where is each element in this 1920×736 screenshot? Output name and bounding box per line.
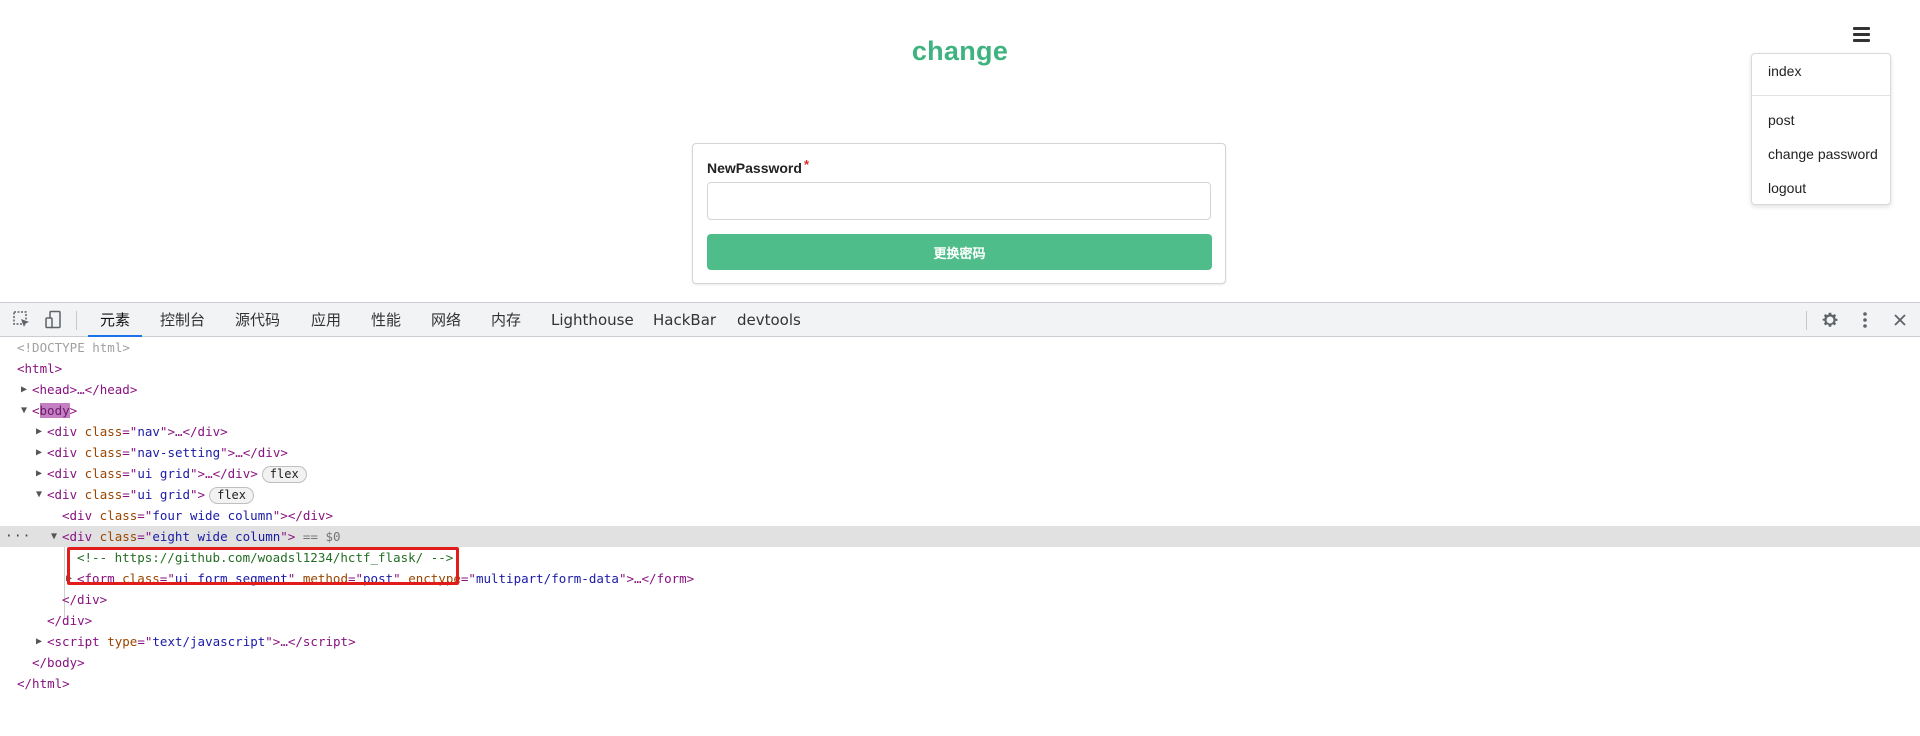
toolbar-separator xyxy=(76,311,77,330)
expand-triangle-icon[interactable]: ▶ xyxy=(36,631,42,652)
doctype-text: <!DOCTYPE html> xyxy=(17,340,130,355)
attr-value: ui grid xyxy=(137,466,191,481)
expand-triangle-icon[interactable]: ▶ xyxy=(36,442,42,463)
inspect-element-icon[interactable] xyxy=(12,310,32,330)
dom-node-div-ui-grid-collapsed[interactable]: ▶ <div class="ui grid">…</div> flex xyxy=(0,463,1920,484)
flex-badge[interactable]: flex xyxy=(209,487,254,504)
change-password-button[interactable]: 更换密码 xyxy=(707,234,1212,270)
div-ui-grid-open-code: <div class="ui grid"> flex xyxy=(47,484,254,505)
dom-node-form[interactable]: ▶ <form class="ui form segment" method="… xyxy=(0,568,1920,589)
tab-console[interactable]: 控制台 xyxy=(158,303,207,336)
expand-triangle-icon[interactable]: ▶ xyxy=(36,463,42,484)
div-nav-setting-code: <div class="nav-setting">…</div> xyxy=(47,445,288,460)
expand-triangle-icon[interactable]: ▶ xyxy=(66,568,72,589)
tab-hackbar[interactable]: HackBar xyxy=(651,303,718,336)
dom-node-body[interactable]: ▼ <body> xyxy=(0,400,1920,421)
menu-item-post[interactable]: post xyxy=(1768,112,1794,128)
devtools-toolbar: 元素 控制台 源代码 应用 性能 网络 内存 Lighthouse HackBa… xyxy=(0,302,1920,337)
nav-dropdown-menu: index post change password logout xyxy=(1751,53,1891,205)
more-options-icon[interactable]: ··· xyxy=(5,526,31,547)
attr-value: eight wide column xyxy=(152,529,281,544)
expand-triangle-icon[interactable]: ▶ xyxy=(21,379,27,400)
web-page: change index post change password logout… xyxy=(0,0,1920,302)
menu-item-change-password[interactable]: change password xyxy=(1768,146,1878,162)
change-password-form: NewPassword * 更换密码 xyxy=(692,143,1226,284)
body-tag-name: body xyxy=(39,403,70,418)
attr-value: ui form segment xyxy=(174,571,288,586)
dom-node-div-four-wide[interactable]: <div class="four wide column"></div> xyxy=(0,505,1920,526)
div-four-wide-code: <div class="four wide column"></div> xyxy=(62,508,333,523)
dom-node-html-close[interactable]: </html> xyxy=(0,673,1920,694)
dom-node-head[interactable]: ▶ <head>…</head> xyxy=(0,379,1920,400)
tab-memory[interactable]: 内存 xyxy=(489,303,523,336)
tab-sources[interactable]: 源代码 xyxy=(233,303,282,336)
close-icon[interactable] xyxy=(1890,310,1910,330)
collapse-triangle-icon[interactable]: ▼ xyxy=(51,526,57,547)
attr-value: four wide column xyxy=(152,508,273,523)
hamburger-menu-icon[interactable] xyxy=(1853,27,1870,43)
attr-value: multipart/form-data xyxy=(475,571,619,586)
body-open-tag: <body> xyxy=(32,403,78,418)
menu-divider xyxy=(1752,95,1890,96)
menu-item-index[interactable]: index xyxy=(1768,63,1801,79)
tab-elements[interactable]: 元素 xyxy=(87,303,143,337)
collapse-triangle-icon[interactable]: ▼ xyxy=(21,400,27,421)
elements-dom-tree: <!DOCTYPE html> <html> ▶ <head>…</head> … xyxy=(0,337,1920,711)
gear-icon[interactable] xyxy=(1820,310,1840,330)
tab-devtools[interactable]: devtools xyxy=(735,303,803,336)
kebab-menu-icon[interactable] xyxy=(1855,310,1875,330)
dom-node-div-close[interactable]: </div> xyxy=(0,610,1920,631)
tab-network[interactable]: 网络 xyxy=(429,303,463,336)
tab-application[interactable]: 应用 xyxy=(309,303,343,336)
flex-badge[interactable]: flex xyxy=(261,466,307,483)
attr-value: ui grid xyxy=(137,487,191,502)
dom-node-div-nav-setting[interactable]: ▶ <div class="nav-setting">…</div> xyxy=(0,442,1920,463)
head-tag: <head>…</head> xyxy=(32,382,138,397)
new-password-label: NewPassword * xyxy=(707,157,809,176)
toolbar-separator xyxy=(1806,311,1807,330)
menu-item-logout[interactable]: logout xyxy=(1768,180,1806,196)
selected-marker: == $0 xyxy=(302,529,341,544)
new-password-label-text: NewPassword xyxy=(707,160,802,176)
new-password-input[interactable] xyxy=(707,182,1211,220)
dom-node-div-nav[interactable]: ▶ <div class="nav">…</div> xyxy=(0,421,1920,442)
tab-performance[interactable]: 性能 xyxy=(369,303,403,336)
div-close-tag: </div> xyxy=(62,592,108,607)
attr-value: nav xyxy=(137,424,160,439)
expand-triangle-icon[interactable]: ▶ xyxy=(36,421,42,442)
dom-node-div-ui-grid-expanded[interactable]: ▼ <div class="ui grid"> flex xyxy=(0,484,1920,505)
tab-lighthouse[interactable]: Lighthouse xyxy=(549,303,636,336)
div-eight-wide-code: <div class="eight wide column"> == $0 xyxy=(62,529,341,544)
dom-node-script[interactable]: ▶ <script type="text/javascript">…</scri… xyxy=(0,631,1920,652)
script-code: <script type="text/javascript">…</script… xyxy=(47,634,356,649)
html-close-tag: </html> xyxy=(17,676,70,691)
required-mark: * xyxy=(803,157,809,172)
page-title: change xyxy=(911,36,1009,66)
div-ui-grid-code: <div class="ui grid">…</div> flex xyxy=(47,463,307,484)
div-close-tag: </div> xyxy=(47,613,93,628)
attr-value: nav-setting xyxy=(137,445,221,460)
collapse-triangle-icon[interactable]: ▼ xyxy=(36,484,42,505)
attr-value: text/javascript xyxy=(152,634,266,649)
html-open-tag: <html> xyxy=(17,361,63,376)
dom-node-div-eight-wide-selected[interactable]: ··· ▼ <div class="eight wide column"> ==… xyxy=(0,526,1920,547)
form-code: <form class="ui form segment" method="po… xyxy=(77,571,695,586)
body-close-tag: </body> xyxy=(32,655,85,670)
devtools-panel: 元素 控制台 源代码 应用 性能 网络 内存 Lighthouse HackBa… xyxy=(0,302,1920,711)
div-nav-code: <div class="nav">…</div> xyxy=(47,424,228,439)
dom-node-doctype[interactable]: <!DOCTYPE html> xyxy=(0,337,1920,358)
dom-node-body-close[interactable]: </body> xyxy=(0,652,1920,673)
dom-node-div-close[interactable]: </div> xyxy=(0,589,1920,610)
attr-value: post xyxy=(363,571,394,586)
html-comment: <!-- https://github.com/woadsl1234/hctf_… xyxy=(77,550,454,565)
dom-node-comment[interactable]: <!-- https://github.com/woadsl1234/hctf_… xyxy=(0,547,1920,568)
device-toolbar-icon[interactable] xyxy=(44,310,64,330)
dom-node-html[interactable]: <html> xyxy=(0,358,1920,379)
